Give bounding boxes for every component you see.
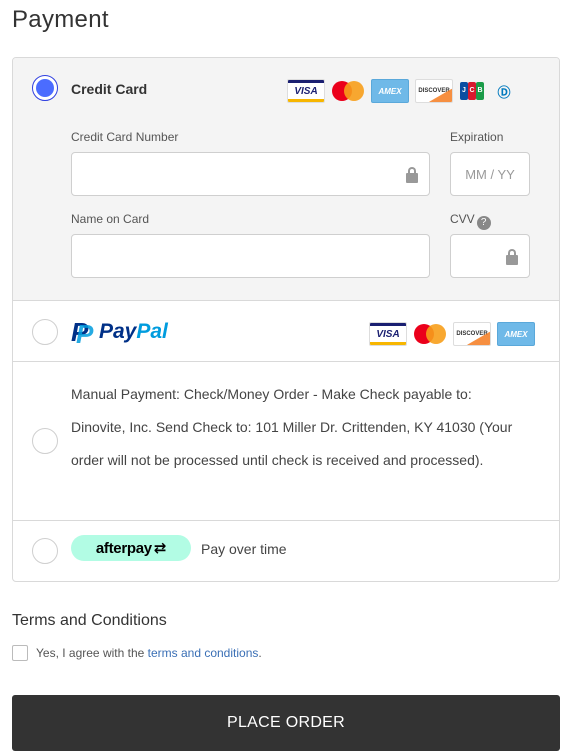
name-on-card-label: Name on Card bbox=[71, 212, 150, 226]
afterpay-description: Pay over time bbox=[201, 541, 287, 557]
manual-payment-text: Manual Payment: Check/Money Order - Make… bbox=[71, 386, 513, 468]
expiration-placeholder: MM / YY bbox=[465, 166, 515, 182]
payment-method-afterpay: afterpay ⇄ Pay over time bbox=[13, 521, 559, 581]
paypal-radio[interactable] bbox=[32, 319, 58, 345]
paypal-mark-icon: PP bbox=[71, 317, 94, 349]
card-number-input[interactable] bbox=[71, 152, 430, 196]
payment-method-paypal: PP PayPal VISA DISCOVER AMEX bbox=[13, 301, 559, 362]
paypal-logo: PP PayPal bbox=[71, 317, 168, 349]
discover-icon: DISCOVER bbox=[453, 322, 491, 346]
terms-suffix: . bbox=[258, 646, 262, 660]
payment-methods: Credit Card VISA AMEX DISCOVER JCB Ⓓ Cre… bbox=[12, 57, 560, 582]
afterpay-arrows-icon: ⇄ bbox=[153, 540, 167, 557]
card-logos: VISA AMEX DISCOVER JCB Ⓓ bbox=[287, 79, 517, 103]
visa-icon: VISA bbox=[369, 322, 407, 346]
help-icon[interactable]: ? bbox=[476, 216, 491, 230]
lock-icon bbox=[405, 167, 419, 183]
expiration-input[interactable]: MM / YY bbox=[450, 152, 530, 196]
afterpay-logo: afterpay ⇄ bbox=[71, 535, 191, 561]
jcb-icon: JCB bbox=[459, 79, 485, 103]
lock-icon bbox=[505, 249, 519, 265]
credit-card-radio[interactable] bbox=[32, 75, 58, 101]
expiration-label: Expiration bbox=[450, 130, 504, 144]
name-on-card-input[interactable] bbox=[71, 234, 430, 278]
afterpay-radio[interactable] bbox=[32, 538, 58, 564]
terms-checkbox[interactable] bbox=[12, 645, 28, 661]
payment-method-credit-card: Credit Card VISA AMEX DISCOVER JCB Ⓓ Cre… bbox=[13, 58, 559, 301]
terms-prefix: Yes, I agree with the bbox=[36, 646, 148, 660]
amex-icon: AMEX bbox=[371, 79, 409, 103]
manual-payment-radio[interactable] bbox=[32, 428, 58, 454]
paypal-logo-pal: Pal bbox=[136, 320, 168, 343]
discover-icon: DISCOVER bbox=[415, 79, 453, 103]
cvv-input[interactable] bbox=[450, 234, 530, 278]
mastercard-icon bbox=[331, 79, 365, 103]
credit-card-label: Credit Card bbox=[71, 81, 148, 97]
payment-method-manual: Manual Payment: Check/Money Order - Make… bbox=[13, 362, 559, 521]
mastercard-icon bbox=[413, 322, 447, 346]
terms-agreement: Yes, I agree with the terms and conditio… bbox=[36, 646, 262, 660]
paypal-card-logos: VISA DISCOVER AMEX bbox=[369, 322, 535, 346]
cvv-label: CVV? bbox=[450, 212, 491, 230]
terms-link[interactable]: terms and conditions bbox=[148, 646, 259, 660]
place-order-button[interactable]: PLACE ORDER bbox=[12, 695, 560, 751]
card-number-label: Credit Card Number bbox=[71, 130, 179, 144]
paypal-logo-pay: Pay bbox=[99, 320, 137, 343]
visa-icon: VISA bbox=[287, 79, 325, 103]
amex-icon: AMEX bbox=[497, 322, 535, 346]
diners-club-icon: Ⓓ bbox=[497, 84, 511, 100]
terms-title: Terms and Conditions bbox=[12, 612, 167, 629]
cvv-label-text: CVV bbox=[450, 212, 475, 226]
afterpay-logo-text: afterpay bbox=[95, 539, 152, 557]
page-title: Payment bbox=[12, 6, 109, 33]
